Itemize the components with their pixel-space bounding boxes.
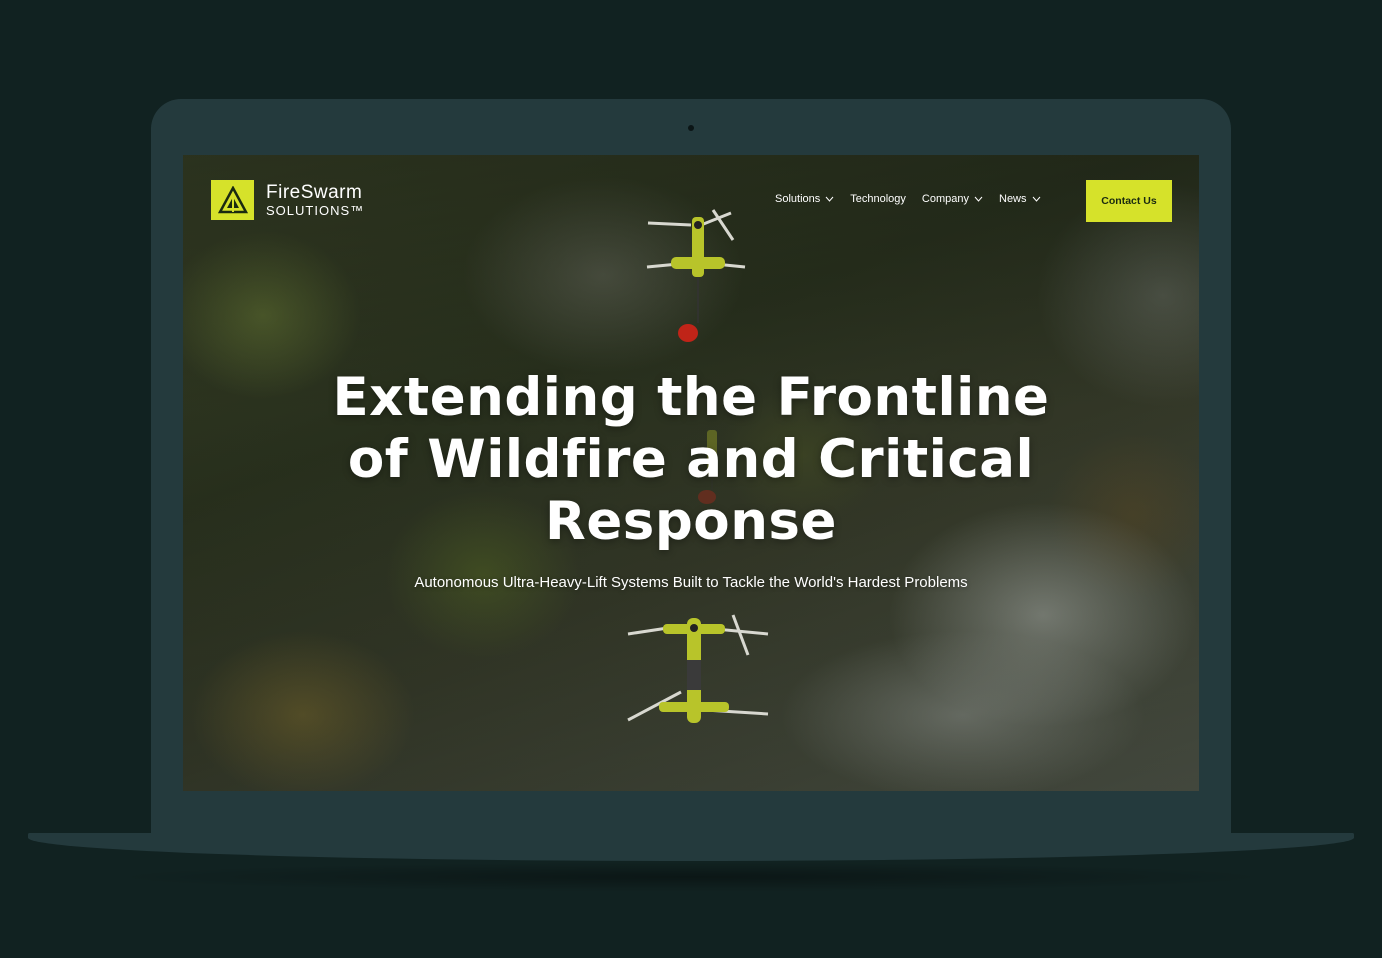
- nav-item-label: Technology: [850, 193, 906, 205]
- drone-icon: [646, 209, 746, 342]
- nav-item-label: News: [999, 193, 1027, 205]
- nav-item-label: Solutions: [775, 193, 821, 205]
- hero-title-line2: of Wildfire and Critical: [347, 429, 1035, 490]
- website-screen: FireSwarm SOLUTIONS™ Solutions Technolog…: [183, 155, 1199, 791]
- nav-item-news[interactable]: News: [999, 193, 1041, 205]
- brand-name-line1: FireSwarm: [266, 182, 363, 203]
- chevron-down-icon: [1032, 196, 1040, 202]
- hero-title-line3: Response: [545, 491, 837, 552]
- brand-logo[interactable]: FireSwarm SOLUTIONS™: [211, 180, 364, 220]
- fireswarm-logo-icon: [211, 180, 254, 220]
- nav-item-solutions[interactable]: Solutions: [775, 193, 834, 205]
- nav-item-label: Company: [921, 193, 969, 205]
- main-nav: Solutions Technology Company News: [775, 193, 1057, 205]
- nav-item-company[interactable]: Company: [922, 193, 983, 205]
- laptop-base: [28, 833, 1354, 861]
- brand-name-line2: SOLUTIONS™: [266, 203, 365, 218]
- brand-name: FireSwarm SOLUTIONS™: [266, 183, 364, 217]
- hero-subtitle: Autonomous Ultra-Heavy-Lift Systems Buil…: [414, 574, 968, 591]
- camera-dot: [688, 125, 694, 131]
- drone-icon: [627, 614, 769, 723]
- contact-us-button[interactable]: Contact Us: [1086, 180, 1172, 222]
- hero-title: Extending the Frontline of Wildfire and …: [303, 367, 1079, 553]
- laptop-shadow: [100, 862, 1282, 892]
- page: FireSwarm SOLUTIONS™ Solutions Technolog…: [0, 0, 1382, 958]
- hero-title-line1: Extending the Frontline: [332, 367, 1050, 428]
- chevron-down-icon: [825, 196, 834, 202]
- chevron-down-icon: [974, 196, 983, 202]
- nav-item-technology[interactable]: Technology: [850, 193, 906, 205]
